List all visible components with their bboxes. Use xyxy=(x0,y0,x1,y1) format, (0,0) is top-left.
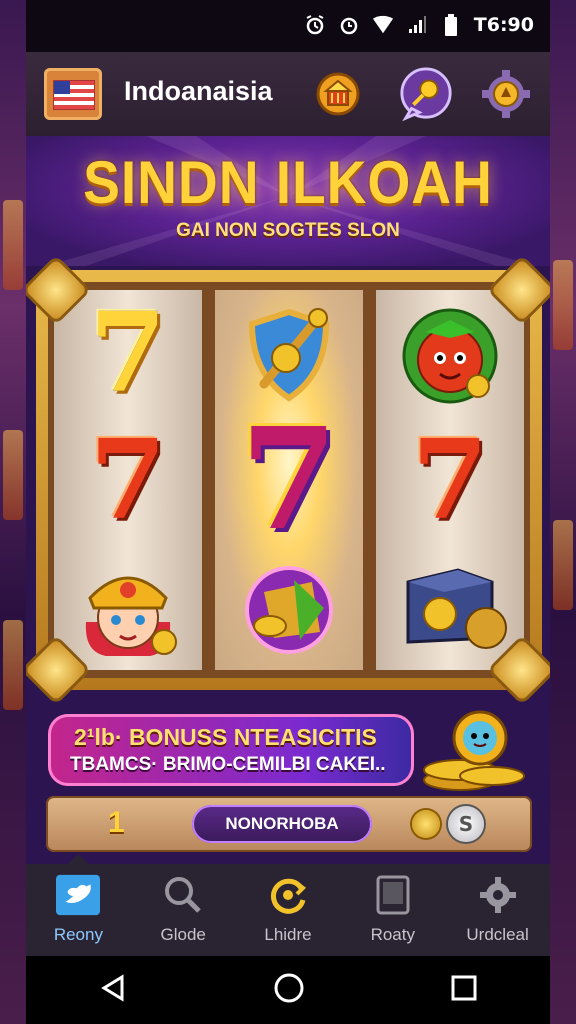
bottom-nav: Reony Glode Lhidre Roaty Urdcleal xyxy=(26,854,550,956)
alarm-icon xyxy=(304,14,326,36)
symbol-purple-seven: 7 xyxy=(215,410,363,550)
tablet-icon xyxy=(371,875,415,915)
slot-reels[interactable]: 7 7 7 7 xyxy=(26,258,550,702)
bonus-banner[interactable]: 2¹lb· BONUSS NTEASICITIS TBAMCS· BRIMO-C… xyxy=(48,714,414,786)
reels-inner: 7 7 7 7 xyxy=(48,282,530,678)
seven-symbol: 7 xyxy=(411,415,489,544)
status-time: T6:90 xyxy=(473,14,534,36)
shield-sword-icon xyxy=(248,308,330,402)
symbol-fruit-orb xyxy=(215,544,363,670)
symbol-red-seven: 7 xyxy=(54,417,202,543)
arcade-light xyxy=(3,200,23,290)
arcade-light xyxy=(553,260,573,350)
left-arcade-backdrop xyxy=(0,0,26,1024)
treasure-chest-icon xyxy=(406,568,507,649)
right-arcade-backdrop xyxy=(550,0,576,1024)
fruit-orb-icon xyxy=(245,566,333,654)
arcade-light xyxy=(3,430,23,520)
bird-icon xyxy=(56,874,101,916)
signal-icon xyxy=(406,14,428,36)
chat-bubble-icon xyxy=(400,67,452,122)
clock-icon xyxy=(338,14,360,36)
pharaoh-girl-icon xyxy=(85,576,177,656)
phone-screen: T6:90 Indoanaisia SINDN ILKOAH GAI NON S… xyxy=(26,0,550,1024)
bonus-headline: 2¹lb· BONUSS NTEASICITIS xyxy=(74,724,377,750)
back-button[interactable] xyxy=(98,973,128,1007)
bonus-subline: TBAMCS· BRIMO-CEMILBI CAKEI.. xyxy=(70,754,386,775)
shop-button[interactable] xyxy=(310,66,366,122)
brand-name: Indoanaisia xyxy=(124,76,273,106)
flag-icon xyxy=(53,80,95,110)
silver-coin-icon[interactable]: S xyxy=(448,806,484,842)
nav-label: Lhidre xyxy=(264,925,312,944)
home-button[interactable] xyxy=(273,972,305,1008)
bet-bar: 1 NONORHOBA S xyxy=(46,796,532,852)
back-triangle-icon xyxy=(101,974,124,1002)
seven-symbol: 7 xyxy=(89,288,167,417)
flag-button[interactable] xyxy=(44,68,102,120)
status-bar: T6:90 xyxy=(26,0,550,52)
symbol-pharaoh-girl xyxy=(54,544,202,670)
nav-label: Glode xyxy=(160,925,206,944)
nav-label: Reony xyxy=(53,925,103,944)
chat-button[interactable] xyxy=(398,66,454,122)
recents-button[interactable] xyxy=(450,974,478,1006)
nav-item-search[interactable]: Glode xyxy=(131,864,236,956)
recents-square-icon xyxy=(451,975,477,1001)
game-title-banner: SINDN ILKOAH GAI NON SOGTES SLON xyxy=(26,136,550,266)
bet-value: 1 xyxy=(108,806,125,839)
app-header: Indoanaisia xyxy=(26,52,550,136)
system-nav-bar xyxy=(26,956,550,1024)
symbol-gold-seven: 7 xyxy=(54,290,202,416)
nav-label: Urdcleal xyxy=(466,925,529,944)
gear-icon xyxy=(482,70,530,118)
refresh-icon xyxy=(266,875,310,915)
seven-symbol: 7 xyxy=(240,398,338,562)
arcade-light xyxy=(553,520,573,610)
spin-button[interactable]: NONORHOBA xyxy=(192,805,372,843)
building-icon xyxy=(316,72,360,116)
home-circle-icon xyxy=(274,973,304,1003)
gear-icon xyxy=(476,875,520,915)
seven-symbol: 7 xyxy=(89,415,167,544)
coin-stack-mascot-icon xyxy=(423,710,525,791)
reel-2: 7 xyxy=(215,290,363,670)
nav-label: Roaty xyxy=(370,925,415,944)
game-title: SINDN ILKOAH xyxy=(83,149,493,216)
game-subtitle: GAI NON SOGTES SLON xyxy=(176,220,400,241)
tomato-mascot-icon xyxy=(402,308,498,404)
reel-3: 7 xyxy=(376,290,524,670)
wifi-icon xyxy=(372,14,394,36)
settings-button[interactable] xyxy=(478,66,534,122)
nav-item-settings[interactable]: Urdcleal xyxy=(445,864,550,956)
symbol-tomato-mascot xyxy=(376,290,524,416)
gold-coin-icon xyxy=(412,810,440,838)
nav-item-home[interactable]: Reony xyxy=(26,854,131,956)
nav-item-refresh[interactable]: Lhidre xyxy=(236,864,341,956)
search-icon xyxy=(161,875,205,915)
battery-icon xyxy=(440,14,462,36)
symbol-red-seven: 7 xyxy=(376,417,524,543)
symbol-treasure-chest xyxy=(376,544,524,670)
arcade-light xyxy=(3,620,23,710)
nav-item-tablet[interactable]: Roaty xyxy=(340,864,445,956)
reel-1: 7 7 xyxy=(54,290,202,670)
